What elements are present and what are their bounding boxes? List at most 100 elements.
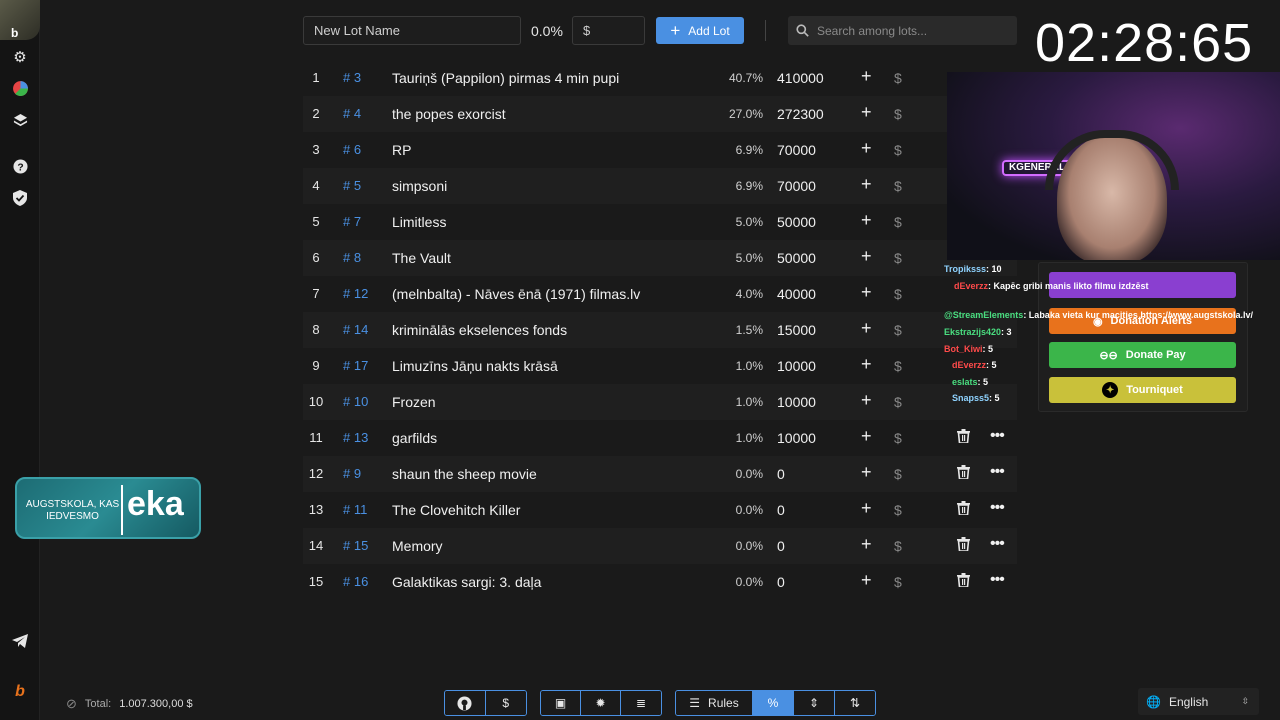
dollar-icon[interactable]: $ xyxy=(894,70,902,86)
lot-amount[interactable]: 50000 xyxy=(777,214,816,230)
add-amount-icon[interactable]: + xyxy=(861,246,872,267)
lot-id-link[interactable]: # 15 xyxy=(343,538,368,553)
lot-amount[interactable]: 50000 xyxy=(777,250,816,266)
dollar-icon[interactable]: $ xyxy=(894,466,902,482)
lot-amount[interactable]: 0 xyxy=(777,466,785,482)
lot-name[interactable]: Limuzīns Jāņu nakts krāsā xyxy=(392,358,558,374)
lot-name[interactable]: Memory xyxy=(392,538,443,554)
lot-amount[interactable]: 10000 xyxy=(777,430,816,446)
rules-button[interactable]: ☰ Rules xyxy=(676,691,753,715)
eye-off-icon[interactable]: ⊘ xyxy=(66,696,77,712)
lot-name[interactable]: The Vault xyxy=(392,250,451,266)
dollar-icon[interactable]: $ xyxy=(894,106,902,122)
lot-amount[interactable]: 40000 xyxy=(777,286,816,302)
sort-button[interactable]: ⇅ xyxy=(835,691,875,715)
add-amount-icon[interactable]: + xyxy=(861,138,872,159)
search-input[interactable]: Search among lots... xyxy=(788,16,1017,45)
help-icon[interactable]: ? xyxy=(10,156,30,176)
add-amount-icon[interactable]: + xyxy=(861,534,872,555)
dollar-icon[interactable]: $ xyxy=(894,358,902,374)
new-lot-name-input[interactable]: New Lot Name xyxy=(303,16,521,45)
lot-name[interactable]: the popes exorcist xyxy=(392,106,506,122)
trash-icon[interactable] xyxy=(957,573,970,590)
lot-name[interactable]: Limitless xyxy=(392,214,446,230)
lot-id-link[interactable]: # 10 xyxy=(343,394,368,409)
dollar-icon[interactable]: $ xyxy=(894,430,902,446)
lot-id-link[interactable]: # 17 xyxy=(343,358,368,373)
add-amount-icon[interactable]: + xyxy=(861,102,872,123)
dollar-icon[interactable]: $ xyxy=(894,286,902,302)
lot-name[interactable]: Tauriņš (Pappilon) pirmas 4 min pupi xyxy=(392,70,619,86)
add-amount-icon[interactable]: + xyxy=(861,498,872,519)
shield-check-icon[interactable] xyxy=(10,188,30,208)
add-amount-icon[interactable]: + xyxy=(861,210,872,231)
save-button[interactable]: ▣ xyxy=(541,691,581,715)
lot-name[interactable]: Galaktikas sargi: 3. daļa xyxy=(392,574,541,590)
lot-id-link[interactable]: # 5 xyxy=(343,178,361,193)
compress-button[interactable]: ⇕ xyxy=(794,691,835,715)
language-select[interactable]: 🌐 English ⇳ xyxy=(1138,688,1259,715)
pie-chart-icon[interactable] xyxy=(10,78,30,98)
add-amount-icon[interactable]: + xyxy=(861,426,872,447)
trash-icon[interactable] xyxy=(957,465,970,482)
lot-name[interactable]: (melnbalta) - Nāves ēnā (1971) filmas.lv xyxy=(392,286,640,302)
lot-amount[interactable]: 10000 xyxy=(777,394,816,410)
lot-amount[interactable]: 70000 xyxy=(777,142,816,158)
lot-name[interactable]: simpsoni xyxy=(392,178,447,194)
lot-name[interactable]: Frozen xyxy=(392,394,436,410)
more-icon[interactable]: ••• xyxy=(990,571,1005,589)
more-icon[interactable]: ••• xyxy=(990,535,1005,553)
dollar-icon[interactable]: $ xyxy=(894,250,902,266)
tourniquet-button[interactable]: ✦ Tourniquet xyxy=(1049,377,1236,403)
lot-id-link[interactable]: # 4 xyxy=(343,106,361,121)
lot-id-link[interactable]: # 8 xyxy=(343,250,361,265)
lot-id-link[interactable]: # 16 xyxy=(343,574,368,589)
dollar-icon[interactable]: $ xyxy=(894,322,902,338)
lot-amount[interactable]: 15000 xyxy=(777,322,816,338)
telegram-icon[interactable] xyxy=(10,631,30,651)
lot-id-link[interactable]: # 12 xyxy=(343,286,368,301)
lot-id-link[interactable]: # 13 xyxy=(343,430,368,445)
lot-amount[interactable]: 0 xyxy=(777,538,785,554)
lot-id-link[interactable]: # 14 xyxy=(343,322,368,337)
lot-amount[interactable]: 272300 xyxy=(777,106,824,122)
lot-id-link[interactable]: # 7 xyxy=(343,214,361,229)
trash-icon[interactable] xyxy=(957,429,970,446)
add-amount-icon[interactable]: + xyxy=(861,174,872,195)
lot-amount[interactable]: 0 xyxy=(777,502,785,518)
new-lot-amount-input[interactable]: $ xyxy=(572,16,645,45)
add-amount-icon[interactable]: + xyxy=(861,354,872,375)
dollar-button[interactable]: $ xyxy=(485,691,526,715)
dollar-icon[interactable]: $ xyxy=(894,574,902,590)
lot-amount[interactable]: 0 xyxy=(777,574,785,590)
lot-name[interactable]: RP xyxy=(392,142,411,158)
lot-id-link[interactable]: # 9 xyxy=(343,466,361,481)
add-amount-icon[interactable]: + xyxy=(861,390,872,411)
add-lot-button[interactable]: + Add Lot xyxy=(656,17,744,44)
dollar-icon[interactable]: $ xyxy=(894,178,902,194)
layers-icon[interactable] xyxy=(10,110,30,130)
dollar-icon[interactable]: $ xyxy=(894,538,902,554)
github-button[interactable] xyxy=(445,691,486,715)
brand-b-icon[interactable]: b xyxy=(10,682,30,702)
add-amount-icon[interactable]: + xyxy=(861,462,872,483)
add-amount-icon[interactable]: + xyxy=(861,66,872,87)
donate-pay-button[interactable]: ⊖⊖ Donate Pay xyxy=(1049,342,1236,368)
lot-amount[interactable]: 410000 xyxy=(777,70,824,86)
add-amount-icon[interactable]: + xyxy=(861,318,872,339)
lot-name[interactable]: shaun the sheep movie xyxy=(392,466,537,482)
lot-name[interactable]: The Clovehitch Killer xyxy=(392,502,520,518)
add-amount-icon[interactable]: + xyxy=(861,570,872,591)
lot-amount[interactable]: 10000 xyxy=(777,358,816,374)
more-icon[interactable]: ••• xyxy=(990,463,1005,481)
avatar[interactable]: b xyxy=(0,0,40,40)
clear-list-button[interactable]: ≣ xyxy=(621,691,661,715)
dollar-icon[interactable]: $ xyxy=(894,502,902,518)
bug-button[interactable]: ✹ xyxy=(581,691,621,715)
add-amount-icon[interactable]: + xyxy=(861,282,872,303)
lot-name[interactable]: kriminālās ekselences fonds xyxy=(392,322,567,338)
dollar-icon[interactable]: $ xyxy=(894,214,902,230)
lot-id-link[interactable]: # 11 xyxy=(343,502,367,517)
more-icon[interactable]: ••• xyxy=(990,427,1005,445)
dollar-icon[interactable]: $ xyxy=(894,394,902,410)
